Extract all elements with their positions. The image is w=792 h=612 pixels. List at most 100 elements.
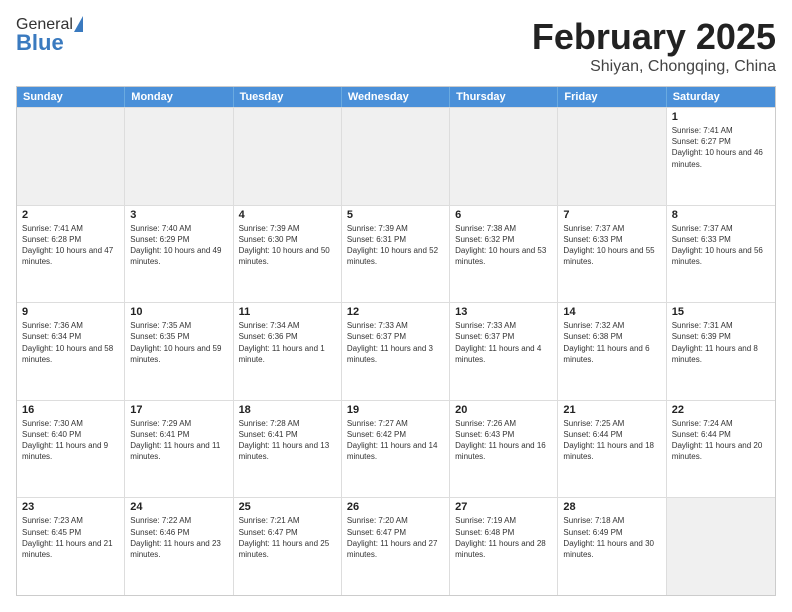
calendar-cell: 6 Sunrise: 7:38 AM Sunset: 6:32 PM Daylig… [450,206,558,303]
calendar-header-cell: Tuesday [234,87,342,107]
cell-info: Sunrise: 7:34 AM Sunset: 6:36 PM Dayligh… [239,320,336,365]
logo-triangle-icon [74,16,83,32]
day-number: 21 [563,404,660,416]
logo-blue-text: Blue [16,30,64,56]
calendar-cell: 28 Sunrise: 7:18 AM Sunset: 6:49 PM Dayli… [558,498,666,595]
calendar-cell [667,498,775,595]
cell-info: Sunrise: 7:22 AM Sunset: 6:46 PM Dayligh… [130,515,227,560]
cell-info: Sunrise: 7:33 AM Sunset: 6:37 PM Dayligh… [455,320,552,365]
calendar-header-cell: Saturday [667,87,775,107]
calendar-row: 23Sunrise: 7:23 AM Sunset: 6:45 PM Dayli… [17,497,775,595]
calendar-cell: 23Sunrise: 7:23 AM Sunset: 6:45 PM Dayli… [17,498,125,595]
calendar-row: 1 Sunrise: 7:41 AM Sunset: 6:27 PM Daylig… [17,107,775,205]
cell-info: Sunrise: 7:37 AM Sunset: 6:33 PM Dayligh… [563,223,660,268]
calendar-row: 9 Sunrise: 7:36 AM Sunset: 6:34 PM Daylig… [17,302,775,400]
calendar-cell: 14Sunrise: 7:32 AM Sunset: 6:38 PM Dayli… [558,303,666,400]
cell-info: Sunrise: 7:29 AM Sunset: 6:41 PM Dayligh… [130,418,227,463]
day-number: 18 [239,404,336,416]
calendar-cell: 25 Sunrise: 7:21 AM Sunset: 6:47 PM Dayli… [234,498,342,595]
cell-info: Sunrise: 7:40 AM Sunset: 6:29 PM Dayligh… [130,223,227,268]
cell-info: Sunrise: 7:21 AM Sunset: 6:47 PM Dayligh… [239,515,336,560]
day-number: 28 [563,501,660,513]
day-number: 22 [672,404,770,416]
calendar-header-cell: Monday [125,87,233,107]
day-number: 19 [347,404,444,416]
cell-info: Sunrise: 7:39 AM Sunset: 6:30 PM Dayligh… [239,223,336,268]
calendar-cell: 26 Sunrise: 7:20 AM Sunset: 6:47 PM Dayli… [342,498,450,595]
main-title: February 2025 [532,16,776,58]
calendar-cell: 20 Sunrise: 7:26 AM Sunset: 6:43 PM Dayli… [450,401,558,498]
day-number: 4 [239,209,336,221]
day-number: 6 [455,209,552,221]
calendar-cell: 3 Sunrise: 7:40 AM Sunset: 6:29 PM Daylig… [125,206,233,303]
cell-info: Sunrise: 7:26 AM Sunset: 6:43 PM Dayligh… [455,418,552,463]
cell-info: Sunrise: 7:31 AM Sunset: 6:39 PM Dayligh… [672,320,770,365]
calendar-cell: 16Sunrise: 7:30 AM Sunset: 6:40 PM Dayli… [17,401,125,498]
cell-info: Sunrise: 7:19 AM Sunset: 6:48 PM Dayligh… [455,515,552,560]
cell-info: Sunrise: 7:18 AM Sunset: 6:49 PM Dayligh… [563,515,660,560]
calendar-header-cell: Sunday [17,87,125,107]
day-number: 8 [672,209,770,221]
calendar-cell: 13 Sunrise: 7:33 AM Sunset: 6:37 PM Dayli… [450,303,558,400]
calendar-cell: 18 Sunrise: 7:28 AM Sunset: 6:41 PM Dayli… [234,401,342,498]
calendar-row: 2 Sunrise: 7:41 AM Sunset: 6:28 PM Daylig… [17,205,775,303]
calendar-cell: 5 Sunrise: 7:39 AM Sunset: 6:31 PM Daylig… [342,206,450,303]
cell-info: Sunrise: 7:33 AM Sunset: 6:37 PM Dayligh… [347,320,444,365]
calendar-cell [17,108,125,205]
calendar-cell: 4 Sunrise: 7:39 AM Sunset: 6:30 PM Daylig… [234,206,342,303]
day-number: 7 [563,209,660,221]
sub-title: Shiyan, Chongqing, China [532,58,776,76]
day-number: 5 [347,209,444,221]
day-number: 9 [22,306,119,318]
cell-info: Sunrise: 7:35 AM Sunset: 6:35 PM Dayligh… [130,320,227,365]
calendar-cell: 1 Sunrise: 7:41 AM Sunset: 6:27 PM Daylig… [667,108,775,205]
cell-info: Sunrise: 7:28 AM Sunset: 6:41 PM Dayligh… [239,418,336,463]
cell-info: Sunrise: 7:39 AM Sunset: 6:31 PM Dayligh… [347,223,444,268]
day-number: 20 [455,404,552,416]
cell-info: Sunrise: 7:20 AM Sunset: 6:47 PM Dayligh… [347,515,444,560]
day-number: 25 [239,501,336,513]
calendar-header: SundayMondayTuesdayWednesdayThursdayFrid… [17,87,775,107]
calendar-cell: 24 Sunrise: 7:22 AM Sunset: 6:46 PM Dayli… [125,498,233,595]
header: General Blue February 2025 Shiyan, Chong… [16,16,776,76]
day-number: 26 [347,501,444,513]
cell-info: Sunrise: 7:25 AM Sunset: 6:44 PM Dayligh… [563,418,660,463]
calendar-cell [558,108,666,205]
cell-info: Sunrise: 7:37 AM Sunset: 6:33 PM Dayligh… [672,223,770,268]
title-block: February 2025 Shiyan, Chongqing, China [532,16,776,76]
calendar-cell: 12Sunrise: 7:33 AM Sunset: 6:37 PM Dayli… [342,303,450,400]
day-number: 17 [130,404,227,416]
cell-info: Sunrise: 7:27 AM Sunset: 6:42 PM Dayligh… [347,418,444,463]
calendar-cell: 8 Sunrise: 7:37 AM Sunset: 6:33 PM Daylig… [667,206,775,303]
cell-info: Sunrise: 7:41 AM Sunset: 6:27 PM Dayligh… [672,125,770,170]
calendar-cell: 2 Sunrise: 7:41 AM Sunset: 6:28 PM Daylig… [17,206,125,303]
cell-info: Sunrise: 7:24 AM Sunset: 6:44 PM Dayligh… [672,418,770,463]
calendar-header-cell: Thursday [450,87,558,107]
day-number: 23 [22,501,119,513]
day-number: 10 [130,306,227,318]
day-number: 2 [22,209,119,221]
day-number: 11 [239,306,336,318]
day-number: 3 [130,209,227,221]
calendar-cell: 10 Sunrise: 7:35 AM Sunset: 6:35 PM Dayli… [125,303,233,400]
calendar-row: 16Sunrise: 7:30 AM Sunset: 6:40 PM Dayli… [17,400,775,498]
day-number: 1 [672,111,770,123]
calendar-cell [342,108,450,205]
calendar-cell: 19 Sunrise: 7:27 AM Sunset: 6:42 PM Dayli… [342,401,450,498]
cell-info: Sunrise: 7:38 AM Sunset: 6:32 PM Dayligh… [455,223,552,268]
calendar-header-cell: Wednesday [342,87,450,107]
day-number: 15 [672,306,770,318]
cell-info: Sunrise: 7:41 AM Sunset: 6:28 PM Dayligh… [22,223,119,268]
calendar-cell: 7 Sunrise: 7:37 AM Sunset: 6:33 PM Daylig… [558,206,666,303]
logo: General Blue [16,16,83,56]
calendar-cell: 17 Sunrise: 7:29 AM Sunset: 6:41 PM Dayli… [125,401,233,498]
day-number: 24 [130,501,227,513]
cell-info: Sunrise: 7:36 AM Sunset: 6:34 PM Dayligh… [22,320,119,365]
page: General Blue February 2025 Shiyan, Chong… [0,0,792,612]
cell-info: Sunrise: 7:32 AM Sunset: 6:38 PM Dayligh… [563,320,660,365]
day-number: 13 [455,306,552,318]
calendar-cell [234,108,342,205]
calendar-body: 1 Sunrise: 7:41 AM Sunset: 6:27 PM Daylig… [17,107,775,595]
calendar-cell: 22 Sunrise: 7:24 AM Sunset: 6:44 PM Dayli… [667,401,775,498]
calendar-cell [125,108,233,205]
